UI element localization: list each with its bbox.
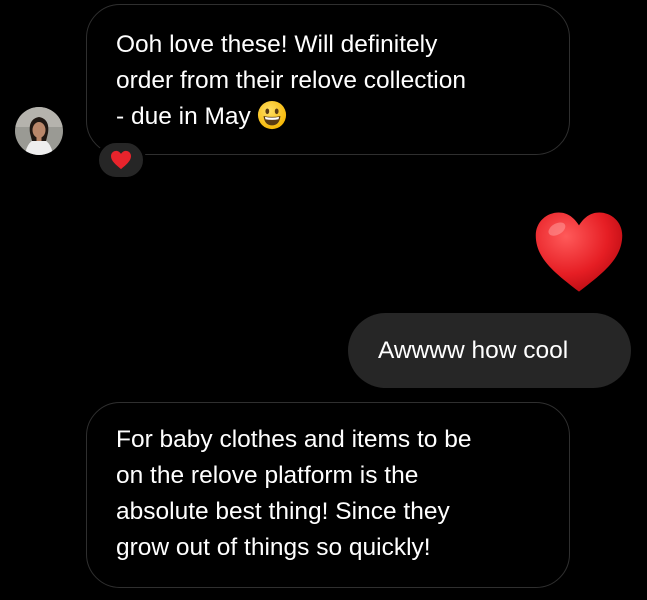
avatar-photo (15, 107, 63, 155)
message-text: Awwww how cool (378, 337, 569, 364)
message-text-line: For baby clothes and items to be (116, 426, 472, 453)
heart-reaction[interactable] (96, 140, 146, 180)
grinning-face-icon (257, 100, 286, 130)
outgoing-message-bubble[interactable]: Awwww how cool (348, 313, 631, 388)
message-text-line: grow out of things so quickly! (116, 534, 431, 561)
sender-avatar[interactable] (15, 107, 63, 155)
message-text-fragment: - due in May (116, 103, 251, 130)
message-text-line: order from their relove collection (116, 67, 466, 94)
red-heart-icon (535, 212, 623, 292)
incoming-message-bubble[interactable]: Ooh love these! Will definitely order fr… (86, 4, 570, 155)
message-text-line: absolute best thing! Since they (116, 498, 450, 525)
message-text-line: on the relove platform is the (116, 462, 419, 489)
heart-emoji-message[interactable] (533, 207, 625, 299)
incoming-message-bubble[interactable]: For baby clothes and items to be on the … (86, 402, 570, 588)
red-heart-icon (111, 150, 131, 170)
message-text-line: Ooh love these! Will definitely (116, 31, 438, 58)
message-text-line: - due in May (116, 99, 549, 135)
